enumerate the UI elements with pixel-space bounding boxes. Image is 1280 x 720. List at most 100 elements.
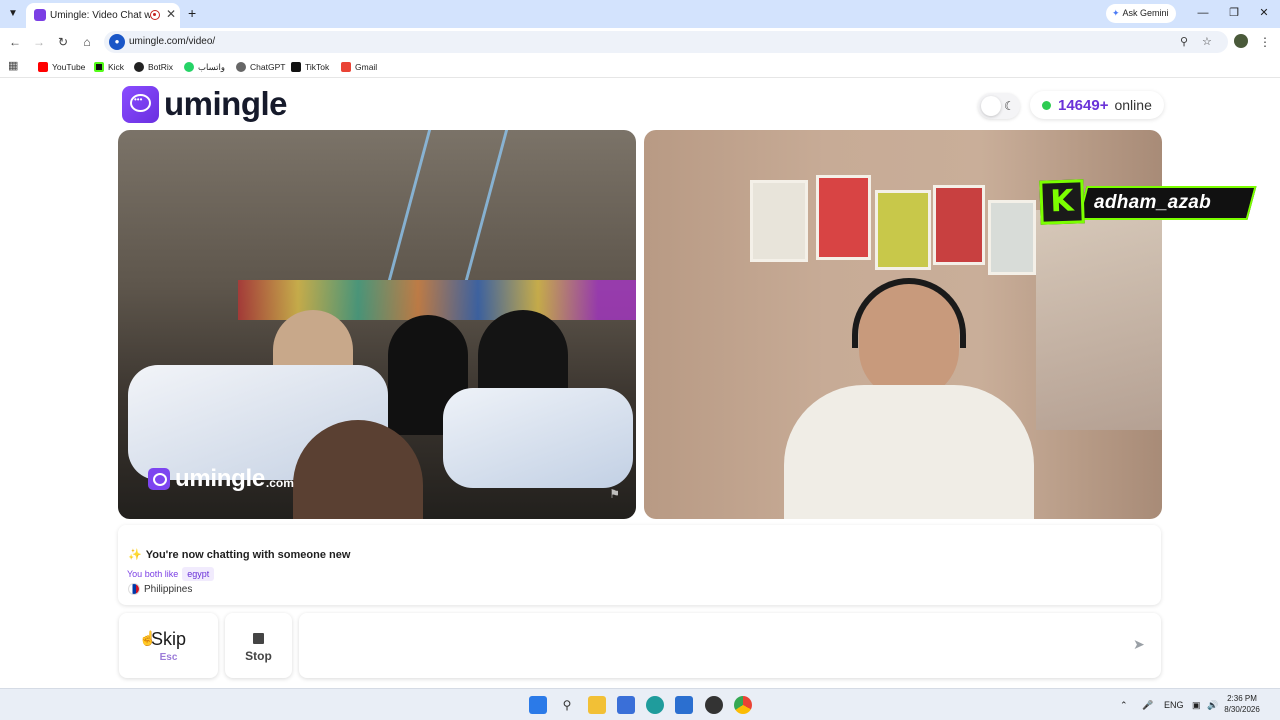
gmail-icon [341,62,351,72]
kebab-menu-icon[interactable]: ⋮ [1257,34,1273,50]
clock-date: 8/30/2026 [1224,705,1260,714]
stop-label: Stop [245,649,272,663]
store-icon[interactable] [617,696,635,714]
ask-gemini-label: Ask Gemini [1122,8,1169,18]
bookmark-star-icon[interactable]: ☆ [1202,34,1212,50]
clock[interactable]: 2:36 PM 8/30/2026 [1220,693,1264,715]
reload-icon[interactable]: ↻ [55,34,71,50]
kick-k-logo: K [1039,179,1085,225]
skip-button[interactable]: ☝ Skip Esc [119,613,218,678]
philippines-flag-icon [128,583,140,595]
page-content: umingle ☾ 14649+ online umingle .com ⚑ [0,79,1280,688]
system-message: ✨ You're now chatting with someone new [128,548,350,562]
poster-4 [933,185,985,265]
chat-log: ✨ You're now chatting with someone new Yo… [118,525,1161,605]
common-interests: You both like egypt [127,567,215,581]
rope [387,130,509,280]
bookmark-label: TikTok [305,62,330,72]
chat-bubble-logo-icon [122,85,159,123]
country-name: Philippines [144,583,193,595]
tab-search-chevron-icon[interactable]: ▼ [4,5,22,23]
ask-gemini-button[interactable]: ✦ Ask Gemini [1106,4,1176,23]
man-body [784,385,1034,519]
bookmark-youtube[interactable]: YouTube [38,60,85,74]
microphone-icon[interactable]: 🎤 [1142,698,1153,712]
volume-icon[interactable]: 🔊 [1207,698,1218,712]
clock-time: 2:36 PM [1227,694,1257,703]
gemini-star-icon: ✦ [1112,8,1120,18]
skip-shortcut: Esc [159,652,178,663]
new-tab-icon[interactable]: + [188,5,196,21]
bookmark-botrix[interactable]: BotRix [134,60,173,74]
theme-toggle[interactable]: ☾ [978,93,1020,119]
tab-strip: ▼ Umingle: Video Chat with S ✕ + ✦Ask Ge… [0,0,1280,28]
back-icon[interactable]: ← [7,34,23,50]
address-bar[interactable]: ● umingle.com/video/ ⚲ ☆ [104,31,1228,53]
tray-chevron-icon[interactable]: ⌃ [1120,698,1128,712]
likes-label: You both like [127,569,179,579]
site-info-icon[interactable]: ● [109,34,125,50]
botrix-icon [134,62,144,72]
stranger-country: Philippines [128,583,192,595]
bookmark-whatsapp[interactable]: واتساب [184,60,225,74]
language-indicator[interactable]: ENG [1164,698,1184,712]
windows-start-icon[interactable] [529,696,547,714]
interest-tag: egypt [182,567,215,581]
sparkles-icon: ✨ [128,549,142,561]
bookmark-label: ChatGPT [250,62,286,72]
recording-icon [150,10,160,20]
tab-title: Umingle: Video Chat with S [50,10,150,21]
streamer-badge: K adham_azab [1030,170,1257,232]
logo-text: umingle [164,85,288,122]
outlook-icon[interactable] [675,696,693,714]
obs-icon[interactable] [705,696,723,714]
home-icon[interactable]: ⌂ [79,34,95,50]
restore-icon[interactable]: ❐ [1226,5,1242,21]
online-count: 14649+ [1058,96,1109,114]
poster-1 [750,180,808,262]
report-flag-icon[interactable]: ⚑ [609,487,620,501]
headset [852,278,966,348]
bookmark-gmail[interactable]: Gmail [341,60,377,74]
tiktok-icon [291,62,301,72]
windows-taskbar: ⚲ ⌃ 🎤 ENG ▣ 🔊 2:36 PM 8/30/2026 [0,688,1280,720]
moon-icon: ☾ [1004,99,1015,113]
bookmark-label: BotRix [148,62,174,72]
url-text: umingle.com/video/ [129,36,216,47]
tab-close-icon[interactable]: ✕ [166,7,176,21]
monitor-icon[interactable]: ▣ [1192,698,1201,712]
profile-avatar[interactable] [1234,34,1248,48]
stop-button[interactable]: Stop [225,613,292,678]
window-close-icon[interactable]: ✕ [1256,5,1272,21]
chatgpt-icon [236,62,246,72]
file-explorer-icon[interactable] [588,696,606,714]
skip-label: Skip [150,629,186,649]
apps-grid-icon[interactable]: ▦ [8,60,18,73]
edge-icon[interactable] [646,696,664,714]
poster-5 [988,200,1036,275]
bookmarks-bar: ▦ YouTube Kick BotRix واتساب ChatGPT Tik… [0,56,1280,78]
site-logo[interactable]: umingle [122,85,288,123]
bookmark-label: Gmail [355,62,378,72]
online-dot-icon [1042,100,1051,110]
minimize-icon[interactable]: — [1195,5,1211,21]
tab-favicon-icon [34,9,46,21]
forward-icon[interactable]: → [31,34,47,50]
chat-input[interactable] [309,623,1109,668]
navigation-bar: ← → ↻ ⌂ ● umingle.com/video/ ⚲ ☆ ⋮ [0,28,1280,56]
pillow-right [443,388,633,488]
toggle-knob [981,96,1001,116]
poster-2 [816,175,871,260]
wall-drawings [1036,210,1162,430]
search-icon[interactable]: ⚲ [558,696,576,714]
browser-tab[interactable]: Umingle: Video Chat with S ✕ [26,3,180,28]
send-icon[interactable]: ➤ [1133,636,1145,652]
whatsapp-icon [184,62,194,72]
online-label: online [1114,97,1152,113]
bookmark-chatgpt[interactable]: ChatGPT [236,60,285,74]
zoom-icon[interactable]: ⚲ [1180,34,1188,50]
bookmark-tiktok[interactable]: TikTok [291,60,329,74]
chrome-icon[interactable] [734,696,752,714]
stop-icon [253,633,264,644]
bookmark-kick[interactable]: Kick [94,60,124,74]
